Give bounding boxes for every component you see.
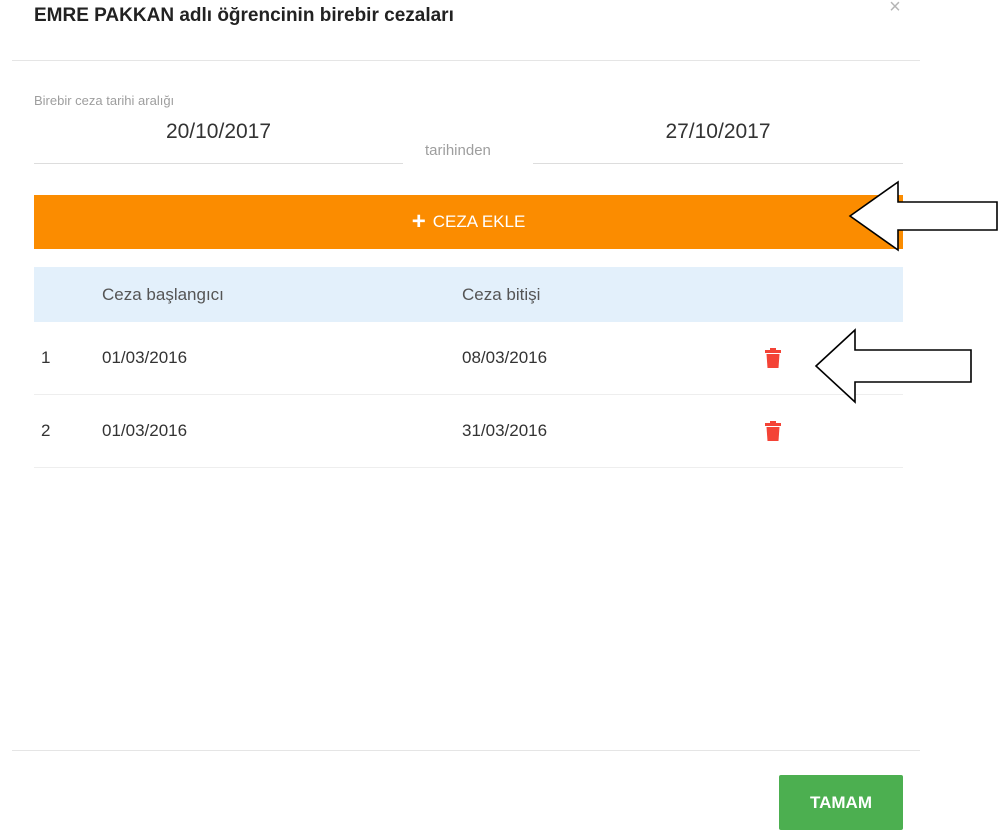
header-start: Ceza başlangıcı <box>102 284 224 304</box>
add-penalty-label: CEZA EKLE <box>432 212 526 231</box>
end-date-input[interactable] <box>533 118 903 164</box>
header-end: Ceza bitişi <box>462 284 541 304</box>
trash-icon[interactable] <box>765 348 781 368</box>
row-end-date: 31/03/2016 <box>462 421 548 440</box>
date-range-label: Birebir ceza tarihi aralığı <box>34 93 175 108</box>
start-date-input[interactable] <box>34 118 403 164</box>
plus-icon: + <box>411 208 426 235</box>
trash-icon[interactable] <box>765 421 781 441</box>
modal-title: EMRE PAKKAN adlı öğrencinin birebir ceza… <box>34 5 454 26</box>
penalty-table: Ceza başlangıcı Ceza bitişi 1 01/03/2016… <box>34 267 903 468</box>
close-button[interactable]: × <box>884 0 906 22</box>
ok-button[interactable]: TAMAM <box>779 775 903 830</box>
footer-divider <box>12 750 920 751</box>
add-penalty-button[interactable]: + CEZA EKLE <box>34 195 903 249</box>
row-start-date: 01/03/2016 <box>102 421 188 440</box>
table-header: Ceza başlangıcı Ceza bitişi <box>34 267 903 322</box>
row-end-date: 08/03/2016 <box>462 348 548 367</box>
row-start-date: 01/03/2016 <box>102 348 188 367</box>
table-row: 2 01/03/2016 31/03/2016 <box>34 395 903 468</box>
row-index: 1 <box>41 348 51 367</box>
header-divider <box>12 60 920 61</box>
row-index: 2 <box>41 421 51 440</box>
table-row: 1 01/03/2016 08/03/2016 <box>34 322 903 395</box>
date-range-separator: tarihinden <box>425 142 491 159</box>
